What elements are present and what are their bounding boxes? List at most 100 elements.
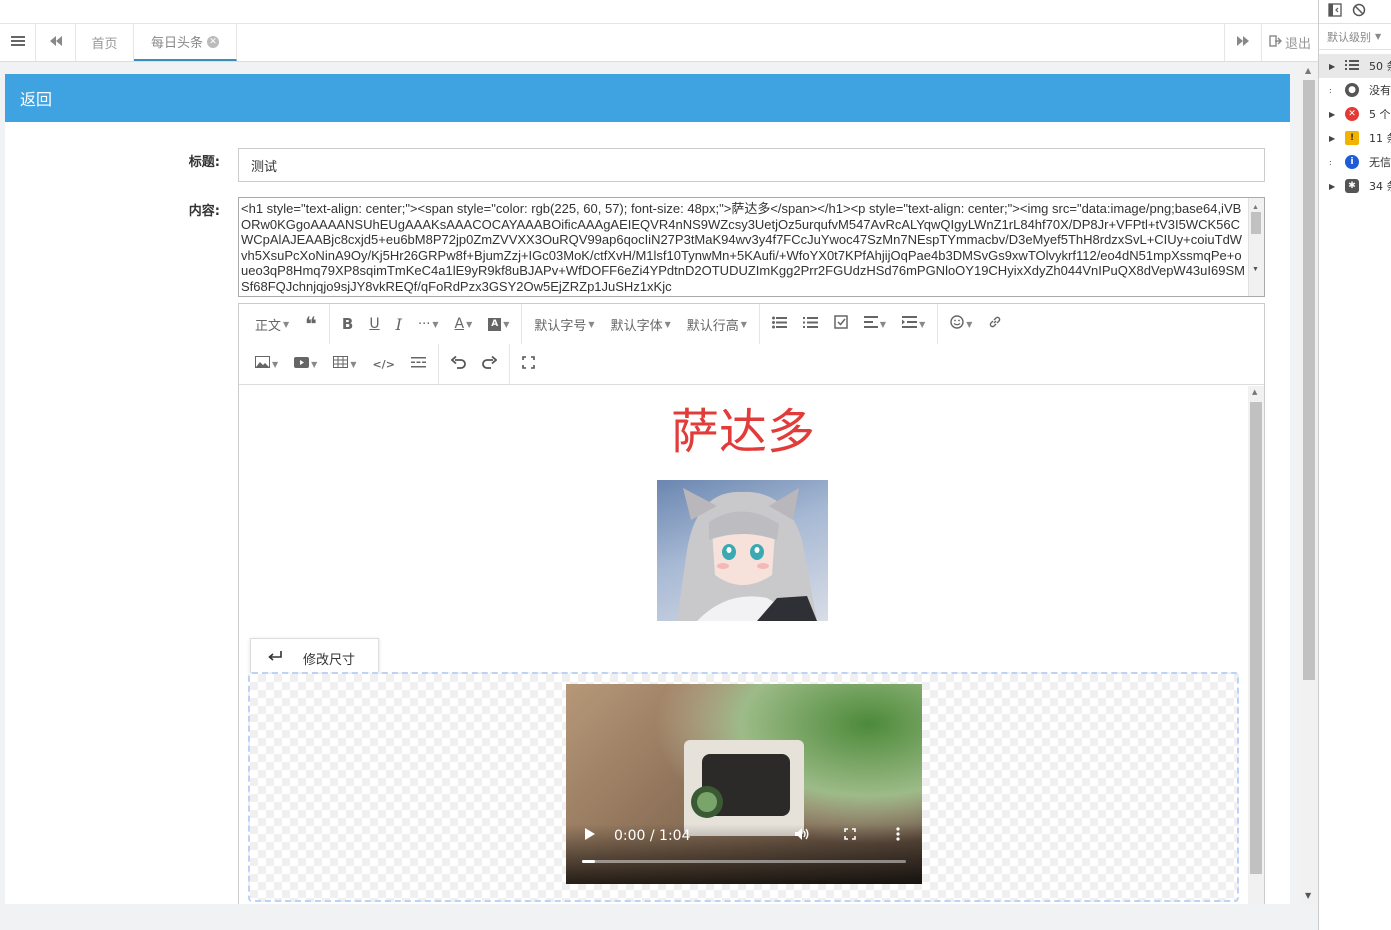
- log-level-select[interactable]: 默认级别 ▼: [1319, 24, 1391, 50]
- bulleted-list-button[interactable]: [764, 309, 795, 339]
- logout-button[interactable]: 退出: [1262, 24, 1318, 61]
- console-filter-user[interactable]: : ● 没有: [1319, 78, 1391, 102]
- menu-toggle-button[interactable]: [0, 24, 36, 61]
- insert-table-button[interactable]: ▼: [325, 349, 364, 379]
- underline-button[interactable]: U: [361, 309, 387, 339]
- console-filter-errors[interactable]: ▶ ✕ 5 个: [1319, 102, 1391, 126]
- content-source-text: <h1 style="text-align: center;"><span st…: [241, 201, 1245, 294]
- font-color-button[interactable]: A ▼: [447, 309, 481, 339]
- anime-girl-illustration: [677, 488, 817, 621]
- page-scrollbar[interactable]: ▲ ▼: [1300, 62, 1318, 904]
- caret-down-icon: ▼: [664, 319, 671, 329]
- redo-button[interactable]: [474, 349, 505, 379]
- expand-arrow-icon: ▶: [1329, 133, 1336, 143]
- undo-button[interactable]: [443, 349, 474, 379]
- link-button[interactable]: [980, 309, 1010, 339]
- console-filter-verbose[interactable]: ▶ ✱ 34 条: [1319, 174, 1391, 198]
- caret-down-icon: ▼: [503, 319, 510, 329]
- tab-scroll-right-button[interactable]: [1224, 24, 1262, 61]
- font-size-select[interactable]: 默认字号 ▼: [526, 309, 602, 339]
- editor-scrollbar[interactable]: ▲: [1248, 386, 1264, 904]
- editor-content-area[interactable]: 萨达多 修改尺寸 0:00 / 1:04 ▲: [239, 386, 1264, 904]
- caret-down-icon: ▼: [919, 319, 926, 329]
- caret-down-icon: ▼: [879, 319, 887, 329]
- numbered-list-button[interactable]: [795, 309, 826, 339]
- clear-console-icon[interactable]: [1352, 3, 1366, 21]
- rich-text-editor: 正文 ▼ ❝ B U I ··· ▼ A ▼ A ▼ 默认字号 ▼ 默认字体 ▼ 默认行高 ▼: [238, 303, 1265, 904]
- close-icon[interactable]: ✕: [207, 35, 219, 48]
- caret-down-icon: ▼: [432, 319, 439, 329]
- page-scroll-thumb[interactable]: [1303, 80, 1315, 680]
- ellipsis-icon: ···: [417, 316, 431, 332]
- paragraph-format-select[interactable]: 正文 ▼: [247, 309, 297, 339]
- checkbox-icon: [834, 315, 848, 333]
- more-text-styles-button[interactable]: ··· ▼: [410, 309, 447, 339]
- scroll-down-arrow-icon[interactable]: ▼: [1252, 262, 1259, 278]
- editor-scroll-thumb[interactable]: [1250, 402, 1262, 874]
- play-icon[interactable]: [584, 827, 596, 845]
- caret-down-icon: ▼: [272, 359, 279, 369]
- console-filter-label: 5 个: [1369, 108, 1391, 121]
- video-selection-frame[interactable]: 0:00 / 1:04: [248, 672, 1239, 902]
- tab-home[interactable]: 首页: [76, 24, 134, 61]
- font-family-select[interactable]: 默认字体 ▼: [603, 309, 679, 339]
- todo-button[interactable]: [826, 309, 856, 339]
- line-height-select[interactable]: 默认行高 ▼: [679, 309, 755, 339]
- console-filter-label: 没有: [1369, 84, 1391, 97]
- console-filter-warnings[interactable]: ▶ ! 11 条: [1319, 126, 1391, 150]
- code-block-button[interactable]: </>: [364, 349, 402, 379]
- indent-icon: [902, 316, 918, 332]
- tab-active-label: 每日头条: [150, 36, 203, 51]
- log-level-label: 默认级别: [1327, 30, 1371, 44]
- divider-button[interactable]: [403, 349, 434, 379]
- italic-button[interactable]: I: [388, 309, 410, 339]
- numbered-list-icon: [802, 316, 818, 333]
- info-icon: i: [1345, 155, 1359, 169]
- volume-icon[interactable]: [794, 827, 810, 845]
- toolbar-divider: [521, 304, 523, 344]
- console-filter-messages[interactable]: ▶ 50 条: [1319, 54, 1391, 78]
- tab-daily-headlines[interactable]: 每日头条 ✕: [134, 24, 237, 61]
- smiley-icon: [950, 315, 964, 333]
- scroll-up-arrow-icon[interactable]: ▲: [1252, 388, 1257, 396]
- caret-down-icon: ▼: [350, 359, 357, 369]
- tab-scroll-left-button[interactable]: [36, 24, 76, 61]
- more-options-icon[interactable]: [896, 827, 900, 845]
- console-filter-info[interactable]: : i 无信: [1319, 150, 1391, 174]
- textarea-scroll-thumb[interactable]: [1251, 212, 1261, 234]
- top-bar: [0, 0, 1318, 24]
- content-image[interactable]: [657, 480, 828, 621]
- toolbar-divider: [328, 304, 330, 344]
- title-input[interactable]: 测试: [238, 148, 1265, 182]
- bulleted-list-icon: [771, 316, 787, 333]
- quote-button[interactable]: ❝: [297, 309, 325, 339]
- undo-icon: [450, 355, 466, 373]
- caret-down-icon: ▼: [588, 319, 595, 329]
- bold-button[interactable]: B: [334, 309, 361, 339]
- bullet-icon: :: [1329, 157, 1332, 167]
- video-progress-fill: [582, 860, 595, 863]
- fullscreen-icon[interactable]: [844, 828, 856, 844]
- underline-icon: U: [369, 316, 380, 332]
- devtools-console-sidebar: 默认级别 ▼ ▶ 50 条 : ● 没有 ▶ ✕ 5 个 ▶ ! 11 条 : …: [1318, 0, 1391, 930]
- video-progress-bar[interactable]: [582, 860, 906, 863]
- insert-video-button[interactable]: ▼: [286, 349, 325, 379]
- emoji-button[interactable]: ▼: [942, 309, 980, 339]
- indent-button[interactable]: ▼: [894, 309, 933, 339]
- video-player[interactable]: 0:00 / 1:04: [566, 684, 922, 884]
- sidebar-toggle-icon[interactable]: [1328, 2, 1342, 21]
- back-link[interactable]: 返回: [20, 86, 52, 110]
- insert-image-button[interactable]: ▼: [247, 349, 286, 379]
- console-filter-label: 50 条: [1369, 60, 1391, 73]
- caret-down-icon: ▼: [966, 319, 973, 329]
- textarea-scrollbar[interactable]: ▲ ▼: [1248, 198, 1264, 296]
- fullscreen-button[interactable]: [514, 349, 543, 379]
- scroll-down-arrow-icon[interactable]: ▼: [1305, 891, 1311, 900]
- align-button[interactable]: ▼: [856, 309, 894, 339]
- content-label: 内容:: [188, 204, 220, 219]
- content-source-textarea[interactable]: <h1 style="text-align: center;"><span st…: [238, 197, 1265, 297]
- background-color-button[interactable]: A ▼: [480, 309, 517, 339]
- tab-bar: 首页 每日头条 ✕ 退出: [0, 24, 1318, 62]
- scroll-up-arrow-icon[interactable]: ▲: [1305, 66, 1311, 75]
- console-filter-label: 34 条: [1369, 180, 1391, 193]
